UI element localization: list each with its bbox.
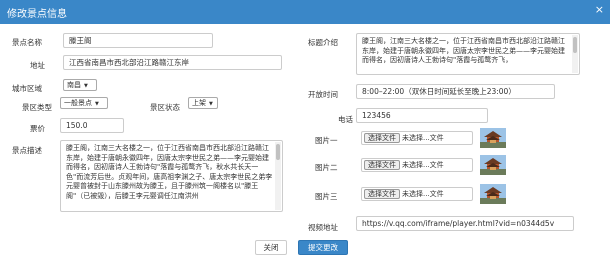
dialog-title: 修改景点信息 — [7, 9, 67, 20]
image2-label: 图片二 — [315, 163, 338, 172]
desc-label: 景点描述 — [12, 146, 42, 155]
desc-text: 滕王阁，江南三大名楼之一，位于江西省南昌市西北部沿江路赣江东岸，始建于唐朝永徽四… — [66, 144, 273, 200]
image1-file-input[interactable]: 选择文件 未选择...文件 — [361, 131, 473, 145]
video-input[interactable]: https://v.qq.com/iframe/player.html?vid=… — [356, 216, 574, 231]
image3-choose-button[interactable]: 选择文件 — [364, 189, 400, 199]
phone-label: 电话 — [338, 115, 353, 124]
chevron-down-icon: ▼ — [95, 101, 99, 107]
submit-button[interactable]: 提交更改 — [298, 240, 348, 255]
image3-file-status: 未选择...文件 — [402, 190, 444, 198]
type-select[interactable]: 一般景点 ▼ — [60, 97, 108, 109]
close-button[interactable]: 关闭 — [255, 240, 287, 255]
image1-choose-button[interactable]: 选择文件 — [364, 133, 400, 143]
hours-input[interactable]: 8:00–22:00（双休日时间延长至晚上23:00） — [356, 84, 555, 99]
image2-choose-button[interactable]: 选择文件 — [364, 160, 400, 170]
phone-input[interactable]: 123456 — [356, 108, 488, 123]
status-select-value: 上架 — [192, 99, 206, 107]
name-label: 景点名称 — [12, 38, 42, 47]
title-intro-scrollbar[interactable] — [572, 35, 578, 73]
image3-file-input[interactable]: 选择文件 未选择...文件 — [361, 187, 473, 201]
image3-label: 图片三 — [315, 192, 338, 201]
title-intro-label: 标题介绍 — [308, 38, 338, 47]
status-select[interactable]: 上架 ▼ — [188, 97, 218, 109]
city-select-value: 南昌 — [67, 81, 81, 89]
city-select[interactable]: 南昌 ▼ — [63, 79, 97, 91]
price-label: 票价 — [30, 124, 45, 133]
address-label: 地址 — [30, 61, 45, 70]
chevron-down-icon: ▼ — [84, 83, 88, 89]
status-label: 景区状态 — [150, 103, 180, 112]
image2-file-input[interactable]: 选择文件 未选择...文件 — [361, 158, 473, 172]
desc-textarea[interactable]: 滕王阁，江南三大名楼之一，位于江西省南昌市西北部沿江路赣江东岸，始建于唐朝永徽四… — [60, 140, 283, 212]
image2-thumbnail — [480, 155, 506, 175]
video-label: 视频地址 — [308, 223, 338, 232]
image1-file-status: 未选择...文件 — [402, 134, 444, 142]
desc-scrollbar[interactable] — [275, 142, 281, 210]
type-select-value: 一般景点 — [64, 99, 92, 107]
image1-thumbnail — [480, 128, 506, 148]
title-intro-text: 滕王阁，江南三大名楼之一，位于江西省南昌市西北部沿江路赣江东岸，始建于唐朝永徽四… — [362, 37, 565, 65]
image1-label: 图片一 — [315, 136, 338, 145]
name-input[interactable]: 滕王阁 — [63, 33, 213, 48]
price-input[interactable]: 150.0 — [60, 118, 124, 133]
image3-thumbnail — [480, 184, 506, 204]
image2-file-status: 未选择...文件 — [402, 161, 444, 169]
address-input[interactable]: 江西省南昌市西北部沿江路赣江东岸 — [63, 55, 282, 70]
hours-label: 开放时间 — [308, 90, 338, 99]
close-icon[interactable]: × — [595, 3, 604, 16]
title-intro-textarea[interactable]: 滕王阁，江南三大名楼之一，位于江西省南昌市西北部沿江路赣江东岸，始建于唐朝永徽四… — [356, 33, 580, 75]
title-intro-scrollbar-thumb[interactable] — [573, 37, 577, 53]
dialog-header: 修改景点信息 × — [0, 0, 610, 24]
chevron-down-icon: ▼ — [209, 101, 213, 107]
desc-scrollbar-thumb[interactable] — [276, 144, 280, 160]
type-label: 景区类型 — [22, 103, 52, 112]
city-label: 城市区域 — [12, 84, 42, 93]
